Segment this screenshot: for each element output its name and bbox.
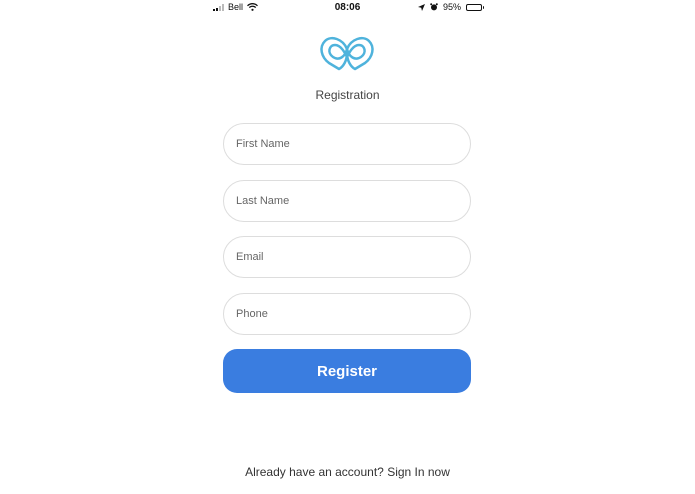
account-prompt-text: Already have an account? xyxy=(245,465,384,479)
phone-field[interactable] xyxy=(223,293,471,335)
location-icon xyxy=(418,3,425,11)
sign-in-prompt: Already have an account? Sign In now xyxy=(0,465,695,479)
battery-icon xyxy=(466,3,485,11)
alarm-icon xyxy=(430,3,438,11)
first-name-input[interactable] xyxy=(224,124,470,164)
register-button[interactable]: Register xyxy=(223,349,471,393)
status-bar: Bell 08:06 95% xyxy=(0,0,695,16)
email-field[interactable] xyxy=(223,236,471,278)
battery-percent: 95% xyxy=(443,2,462,12)
status-time: 08:06 xyxy=(334,2,361,13)
last-name-input[interactable] xyxy=(224,181,470,221)
email-input[interactable] xyxy=(224,237,470,277)
status-right: 95% xyxy=(418,2,485,12)
last-name-field[interactable] xyxy=(223,180,471,222)
infinity-heart-logo xyxy=(320,37,374,71)
page-title: Registration xyxy=(315,88,380,102)
phone-input[interactable] xyxy=(224,294,470,334)
first-name-field[interactable] xyxy=(223,123,471,165)
sign-in-link[interactable]: Sign In now xyxy=(387,465,450,479)
